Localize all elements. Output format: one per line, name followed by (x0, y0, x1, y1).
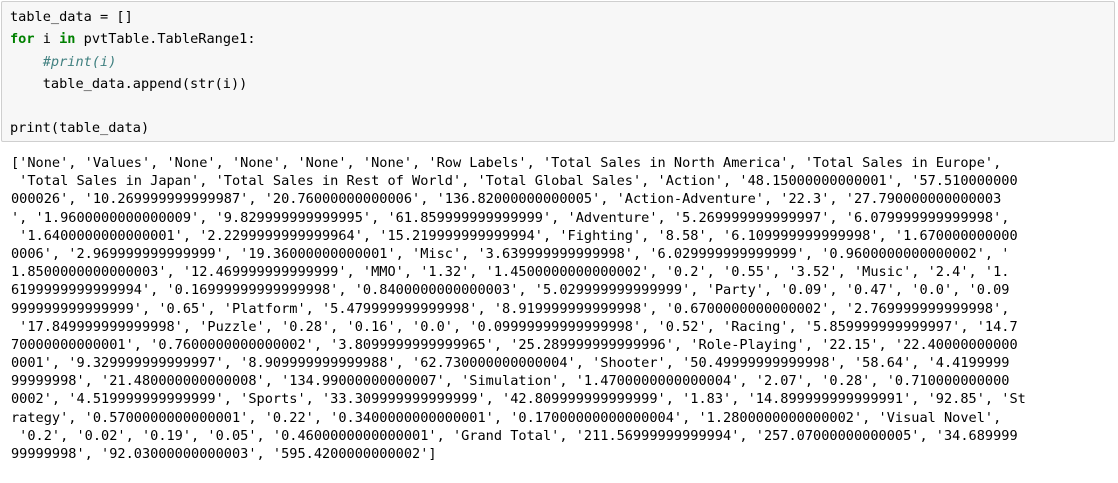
output-line: ', '1.9600000000000009', '9.829999999999… (11, 209, 1010, 226)
output-line: 999999999999999', '0.65', 'Platform', '5… (11, 300, 1010, 317)
output-line: 99999998', '21.480000000000008', '134.99… (11, 373, 1010, 390)
loop-iterable: pvtTable.TableRange1: (75, 31, 256, 48)
output-line: 0006', '2.969999999999999', '19.36000000… (11, 245, 1010, 262)
cell-output: ['None', 'Values', 'None', 'None', 'None… (11, 154, 1026, 463)
code-line-1: table_data = [] (10, 9, 133, 25)
output-line: 000026', '10.269999999999987', '20.76000… (11, 191, 1002, 208)
output-line: 'Total Sales in Japan', 'Total Sales in … (11, 173, 1018, 190)
output-line: ['None', 'Values', 'None', 'None', 'None… (11, 155, 1002, 171)
code-line-2: for i in pvtTable.TableRange1: (10, 28, 256, 50)
output-line: 0001', '9.329999999999997', '8.909999999… (11, 355, 1010, 372)
keyword-for: for (10, 31, 35, 48)
code-line-3: #print(i) (10, 51, 256, 73)
output-line: '0.2', '0.02', '0.19', '0.05', '0.460000… (11, 427, 1018, 444)
output-line: 0002', '4.519999999999999', 'Sports', '3… (11, 391, 1026, 408)
output-line: '17.849999999999998', 'Puzzle', '0.28', … (11, 318, 1018, 335)
output-line: 1.8500000000000003', '12.469999999999999… (11, 264, 1010, 281)
output-line: '1.6400000000000001', '2.229999999999996… (11, 227, 1018, 244)
output-line: rategy', '0.5700000000000001', '0.22', '… (11, 409, 1002, 426)
output-line: 70000000000001', '0.7600000000000002', '… (11, 336, 1018, 353)
code-comment: #print(i) (42, 53, 117, 70)
code-line-6: print(table_data) (10, 120, 150, 137)
keyword-in: in (59, 31, 76, 48)
output-line: 6199999999999994', '0.16999999999999998'… (11, 282, 1010, 299)
output-line: 99999998', '92.03000000000003', '595.420… (11, 446, 437, 462)
loop-variable: i (34, 31, 60, 48)
code-line-4: table_data.append(str(i)) (10, 75, 248, 92)
code-editor[interactable]: table_data = [] for i in pvtTable.TableRa… (10, 6, 256, 140)
